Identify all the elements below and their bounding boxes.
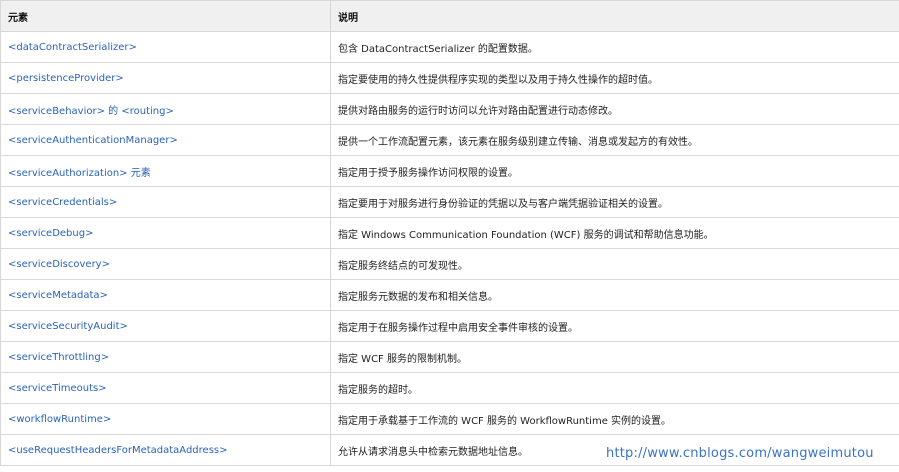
element-link[interactable]: <serviceDiscovery> (8, 259, 110, 270)
table-row: <serviceBehavior> 的 <routing> 提供对路由服务的运行… (0, 93, 899, 125)
element-cell: <serviceMetadata> (0, 279, 331, 311)
description-cell: 提供一个工作流配置元素，该元素在服务级别建立传输、消息或发起方的有效性。 (330, 124, 899, 156)
description-cell: 包含 DataContractSerializer 的配置数据。 (330, 31, 899, 63)
table-row: <serviceDiscovery> 指定服务终结点的可发现性。 (0, 248, 899, 280)
element-cell: <serviceAuthorization> 元素 (0, 155, 331, 187)
element-cell: <serviceSecurityAudit> (0, 310, 331, 342)
table-row: <serviceMetadata> 指定服务元数据的发布和相关信息。 (0, 279, 899, 311)
element-cell: <serviceBehavior> 的 <routing> (0, 93, 331, 125)
table-header-row: 元素 说明 (0, 0, 899, 32)
element-link[interactable]: <useRequestHeadersForMetadataAddress> (8, 445, 228, 456)
description-cell: 提供对路由服务的运行时访问以允许对路由配置进行动态修改。 (330, 93, 899, 125)
element-link[interactable]: <serviceTimeouts> (8, 383, 107, 394)
description-cell: 指定用于在服务操作过程中启用安全事件审核的设置。 (330, 310, 899, 342)
table-row: <serviceSecurityAudit> 指定用于在服务操作过程中启用安全事… (0, 310, 899, 342)
element-cell: <serviceDiscovery> (0, 248, 331, 280)
config-elements-table: 元素 说明 <dataContractSerializer> 包含 DataCo… (0, 0, 899, 466)
header-element: 元素 (0, 0, 331, 32)
element-link[interactable]: <serviceCredentials> (8, 197, 117, 208)
description-cell: 指定要用于对服务进行身份验证的凭据以及与客户端凭据验证相关的设置。 (330, 186, 899, 218)
table-row: <serviceDebug> 指定 Windows Communication … (0, 217, 899, 249)
element-link[interactable]: <serviceAuthenticationManager> (8, 135, 178, 146)
description-cell: 指定用于承载基于工作流的 WCF 服务的 WorkflowRuntime 实例的… (330, 403, 899, 435)
description-cell: 指定要使用的持久性提供程序实现的类型以及用于持久性操作的超时值。 (330, 62, 899, 94)
element-cell: <serviceTimeouts> (0, 372, 331, 404)
watermark-text: http://www.cnblogs.com/wangweimutou (604, 446, 876, 461)
element-cell: <serviceDebug> (0, 217, 331, 249)
element-cell: <dataContractSerializer> (0, 31, 331, 63)
description-cell: 指定服务终结点的可发现性。 (330, 248, 899, 280)
table-row: <serviceAuthorization> 元素 指定用于授予服务操作访问权限… (0, 155, 899, 187)
element-link[interactable]: <serviceSecurityAudit> (8, 321, 128, 332)
table-row: <serviceTimeouts> 指定服务的超时。 (0, 372, 899, 404)
header-description: 说明 (330, 0, 899, 32)
element-cell: <workflowRuntime> (0, 403, 331, 435)
table-row: <serviceThrottling> 指定 WCF 服务的限制机制。 (0, 341, 899, 373)
element-cell: <serviceCredentials> (0, 186, 331, 218)
element-cell: <serviceAuthenticationManager> (0, 124, 331, 156)
table-row: <serviceAuthenticationManager> 提供一个工作流配置… (0, 124, 899, 156)
description-cell: 指定 WCF 服务的限制机制。 (330, 341, 899, 373)
page: 元素 说明 <dataContractSerializer> 包含 DataCo… (0, 0, 899, 472)
table-row: <serviceCredentials> 指定要用于对服务进行身份验证的凭据以及… (0, 186, 899, 218)
element-link[interactable]: <serviceAuthorization> 元素 (8, 168, 151, 179)
table-row: <dataContractSerializer> 包含 DataContract… (0, 31, 899, 63)
description-cell: 指定 Windows Communication Foundation (WCF… (330, 217, 899, 249)
description-cell: 指定服务的超时。 (330, 372, 899, 404)
element-link[interactable]: <workflowRuntime> (8, 414, 111, 425)
table-row: <workflowRuntime> 指定用于承载基于工作流的 WCF 服务的 W… (0, 403, 899, 435)
element-link[interactable]: <persistenceProvider> (8, 73, 124, 84)
element-link[interactable]: <serviceMetadata> (8, 290, 108, 301)
element-cell: <serviceThrottling> (0, 341, 331, 373)
element-cell: <useRequestHeadersForMetadataAddress> (0, 434, 331, 466)
element-link[interactable]: <serviceThrottling> (8, 352, 109, 363)
table-row: <persistenceProvider> 指定要使用的持久性提供程序实现的类型… (0, 62, 899, 94)
description-cell: 指定用于授予服务操作访问权限的设置。 (330, 155, 899, 187)
element-link[interactable]: <serviceDebug> (8, 228, 93, 239)
element-cell: <persistenceProvider> (0, 62, 331, 94)
element-link[interactable]: <serviceBehavior> 的 <routing> (8, 106, 174, 117)
element-link[interactable]: <dataContractSerializer> (8, 42, 137, 53)
description-cell: 指定服务元数据的发布和相关信息。 (330, 279, 899, 311)
